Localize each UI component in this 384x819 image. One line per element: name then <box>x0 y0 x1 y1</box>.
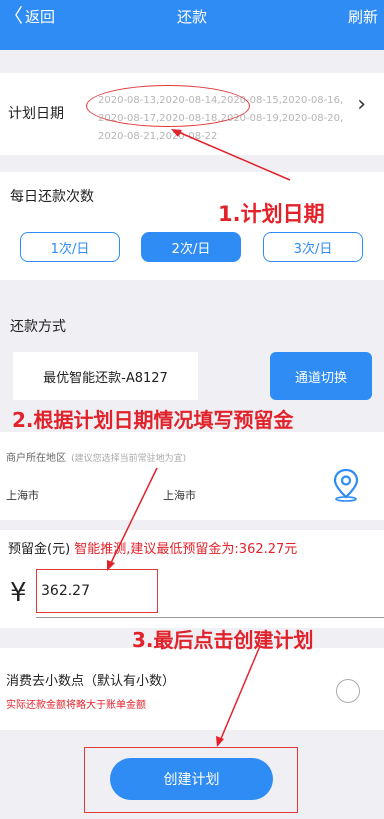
annotation-step1: 1.计划日期 <box>218 202 325 226</box>
annotation-step3: 3.最后点击创建计划 <box>132 628 314 652</box>
annotation-step2: 2.根据计划日期情况填写预留金 <box>12 408 294 432</box>
